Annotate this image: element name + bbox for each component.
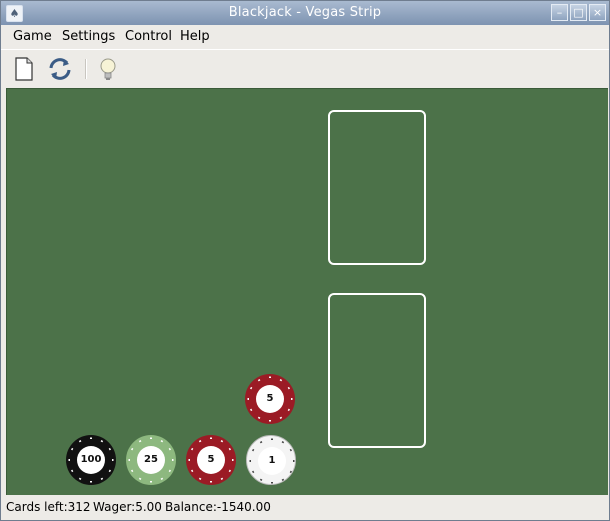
dealer-card-slot	[328, 110, 426, 265]
wager-status: Wager:5.00	[93, 500, 162, 514]
bet-chip[interactable]: 5	[245, 374, 295, 424]
chip-100[interactable]: 100	[66, 435, 116, 485]
menu-game[interactable]: Game	[13, 29, 52, 44]
blackjack-table: 5 100 25 5 1	[6, 88, 608, 495]
chip-100-value: 100	[77, 446, 105, 474]
menu-control[interactable]: Control	[125, 29, 172, 44]
balance-status: Balance:-1540.00	[165, 500, 271, 514]
player-card-slot	[328, 293, 426, 448]
minimize-button[interactable]: –	[551, 4, 568, 21]
menu-help[interactable]: Help	[180, 29, 210, 44]
cards-left-status: Cards left:312	[6, 500, 91, 514]
chip-5-value: 5	[197, 446, 225, 474]
chip-25[interactable]: 25	[126, 435, 176, 485]
restart-icon	[49, 58, 71, 80]
toolbar-separator	[85, 59, 87, 79]
status-bar: Cards left:312 Wager:5.00 Balance:-1540.…	[1, 495, 609, 520]
new-game-icon	[15, 57, 33, 81]
chip-1[interactable]: 1	[246, 435, 296, 485]
restart-button[interactable]	[47, 56, 73, 82]
menu-bar: Game Settings Control Help	[1, 25, 609, 49]
app-window: ♠ Blackjack - Vegas Strip – □ × Game Set…	[0, 0, 610, 521]
chip-25-value: 25	[137, 446, 165, 474]
title-bar[interactable]: ♠ Blackjack - Vegas Strip – □ ×	[1, 1, 609, 25]
hint-button[interactable]	[95, 56, 121, 82]
close-button[interactable]: ×	[589, 4, 606, 21]
hint-icon	[100, 58, 116, 80]
bet-chip-value: 5	[256, 385, 284, 413]
chip-1-value: 1	[258, 447, 286, 475]
new-game-button[interactable]	[11, 56, 37, 82]
menu-settings[interactable]: Settings	[62, 29, 115, 44]
toolbar	[1, 49, 609, 88]
window-title: Blackjack - Vegas Strip	[228, 5, 382, 20]
chip-5[interactable]: 5	[186, 435, 236, 485]
maximize-button[interactable]: □	[570, 4, 587, 21]
